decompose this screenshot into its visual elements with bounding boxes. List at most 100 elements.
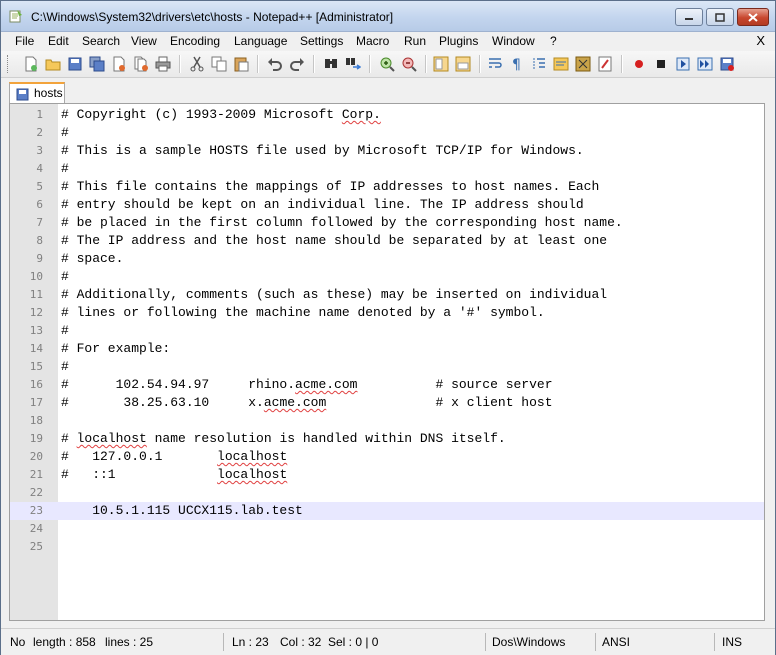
- line-text[interactable]: #: [61, 268, 69, 286]
- line-text[interactable]: # 38.25.63.10 x.acme.com # x client host: [61, 394, 553, 412]
- copy-icon[interactable]: [209, 54, 229, 74]
- open-file-icon[interactable]: [43, 54, 63, 74]
- menu-edit[interactable]: Edit: [48, 34, 69, 48]
- line-text[interactable]: # space.: [61, 250, 123, 268]
- editor-line[interactable]: 3 # This is a sample HOSTS file used by M…: [10, 142, 764, 160]
- text-area[interactable]: 1 # Copyright (c) 1993-2009 Microsoft Cor…: [10, 106, 764, 556]
- editor-line[interactable]: 18: [10, 412, 764, 430]
- menu-run[interactable]: Run: [404, 34, 426, 48]
- replace-icon[interactable]: [343, 54, 363, 74]
- line-text[interactable]: # Additionally, comments (such as these)…: [61, 286, 607, 304]
- editor-line[interactable]: 2 #: [10, 124, 764, 142]
- editor-line[interactable]: 14 # For example:: [10, 340, 764, 358]
- close-document-button[interactable]: X: [756, 33, 765, 48]
- line-text[interactable]: # This file contains the mappings of IP …: [61, 178, 599, 196]
- line-text[interactable]: # entry should be kept on an individual …: [61, 196, 584, 214]
- line-text[interactable]: # The IP address and the host name shoul…: [61, 232, 607, 250]
- save-all-icon[interactable]: [87, 54, 107, 74]
- line-text[interactable]: # ::1 localhost: [61, 466, 287, 484]
- maximize-button[interactable]: [706, 8, 734, 26]
- menu-encoding[interactable]: Encoding: [170, 34, 220, 48]
- save-icon[interactable]: [65, 54, 85, 74]
- line-number: 11: [29, 288, 43, 301]
- sync-horizontal-icon[interactable]: [453, 54, 473, 74]
- line-text[interactable]: #: [61, 358, 69, 376]
- menu-window[interactable]: Window: [492, 34, 535, 48]
- line-text[interactable]: # This is a sample HOSTS file used by Mi…: [61, 142, 584, 160]
- editor-line[interactable]: 19 # localhost name resolution is handled…: [10, 430, 764, 448]
- line-text[interactable]: #: [61, 160, 69, 178]
- menu-search[interactable]: Search: [82, 34, 120, 48]
- save-macro-icon[interactable]: [717, 54, 737, 74]
- menu-help[interactable]: ?: [550, 34, 557, 48]
- editor-line[interactable]: 25: [10, 538, 764, 556]
- folder-icon[interactable]: [551, 54, 571, 74]
- editor-line[interactable]: 23 10.5.1.115 UCCX115.lab.test: [10, 502, 764, 520]
- close-icon[interactable]: [109, 54, 129, 74]
- editor[interactable]: 1 # Copyright (c) 1993-2009 Microsoft Cor…: [9, 103, 765, 621]
- editor-line[interactable]: 9 # space.: [10, 250, 764, 268]
- editor-line[interactable]: 16 # 102.54.94.97 rhino.acme.com # source…: [10, 376, 764, 394]
- line-text[interactable]: # 127.0.0.1 localhost: [61, 448, 287, 466]
- editor-line[interactable]: 5 # This file contains the mappings of IP…: [10, 178, 764, 196]
- menu-language[interactable]: Language: [234, 34, 287, 48]
- notepadpp-app-icon[interactable]: [9, 9, 23, 23]
- editor-line[interactable]: 7 # be placed in the first column followe…: [10, 214, 764, 232]
- close-window-button[interactable]: [737, 8, 769, 26]
- editor-line[interactable]: 24: [10, 520, 764, 538]
- find-icon[interactable]: [321, 54, 341, 74]
- run-macro-multiple-icon[interactable]: [695, 54, 715, 74]
- line-text[interactable]: # For example:: [61, 340, 170, 358]
- menu-file[interactable]: File: [15, 34, 34, 48]
- editor-line[interactable]: 8 # The IP address and the host name shou…: [10, 232, 764, 250]
- stop-record-icon[interactable]: [651, 54, 671, 74]
- line-text[interactable]: # lines or following the machine name de…: [61, 304, 545, 322]
- print-icon[interactable]: [153, 54, 173, 74]
- editor-line[interactable]: 4 #: [10, 160, 764, 178]
- menu-plugins[interactable]: Plugins: [439, 34, 478, 48]
- editor-line[interactable]: 12 # lines or following the machine name …: [10, 304, 764, 322]
- editor-line[interactable]: 22: [10, 484, 764, 502]
- editor-line[interactable]: 11 # Additionally, comments (such as thes…: [10, 286, 764, 304]
- menu-macro[interactable]: Macro: [356, 34, 389, 48]
- line-text[interactable]: #: [61, 124, 69, 142]
- editor-line[interactable]: 13 #: [10, 322, 764, 340]
- undo-icon[interactable]: [265, 54, 285, 74]
- line-text[interactable]: # be placed in the first column followed…: [61, 214, 623, 232]
- record-macro-icon[interactable]: [629, 54, 649, 74]
- tab-hosts[interactable]: hosts: [9, 82, 65, 103]
- menu-settings[interactable]: Settings: [300, 34, 343, 48]
- toolbar-grip[interactable]: [7, 55, 11, 73]
- minimize-button[interactable]: [675, 8, 703, 26]
- line-text[interactable]: # Copyright (c) 1993-2009 Microsoft Corp…: [61, 106, 381, 124]
- zoom-in-icon[interactable]: [377, 54, 397, 74]
- function-list-icon[interactable]: [595, 54, 615, 74]
- play-macro-icon[interactable]: [673, 54, 693, 74]
- redo-icon[interactable]: [287, 54, 307, 74]
- menu-view[interactable]: View: [131, 34, 157, 48]
- editor-line[interactable]: 10 #: [10, 268, 764, 286]
- editor-line[interactable]: 17 # 38.25.63.10 x.acme.com # x client ho…: [10, 394, 764, 412]
- line-text[interactable]: # 102.54.94.97 rhino.acme.com # source s…: [61, 376, 553, 394]
- editor-line[interactable]: 15 #: [10, 358, 764, 376]
- close-all-icon[interactable]: [131, 54, 151, 74]
- editor-line[interactable]: 1 # Copyright (c) 1993-2009 Microsoft Cor…: [10, 106, 764, 124]
- editor-line[interactable]: 21 # ::1 localhost: [10, 466, 764, 484]
- line-text[interactable]: # localhost name resolution is handled w…: [61, 430, 506, 448]
- new-file-icon[interactable]: [21, 54, 41, 74]
- editor-line[interactable]: 6 # entry should be kept on an individual…: [10, 196, 764, 214]
- sync-vertical-icon[interactable]: [431, 54, 451, 74]
- paste-icon[interactable]: [231, 54, 251, 74]
- editor-line[interactable]: 20 # 127.0.0.1 localhost: [10, 448, 764, 466]
- zoom-out-icon[interactable]: [399, 54, 419, 74]
- doc-map-icon[interactable]: [573, 54, 593, 74]
- status-bar: No length : 858 lines : 25 Ln : 23 Col :…: [1, 628, 775, 655]
- line-text[interactable]: 10.5.1.115 UCCX115.lab.test: [61, 502, 303, 520]
- line-number: 24: [29, 522, 43, 535]
- title-bar[interactable]: C:\Windows\System32\drivers\etc\hosts - …: [1, 1, 775, 32]
- show-all-chars-icon[interactable]: ¶: [507, 54, 527, 74]
- line-text[interactable]: #: [61, 322, 69, 340]
- cut-icon[interactable]: [187, 54, 207, 74]
- indent-guide-icon[interactable]: [529, 54, 549, 74]
- word-wrap-icon[interactable]: [485, 54, 505, 74]
